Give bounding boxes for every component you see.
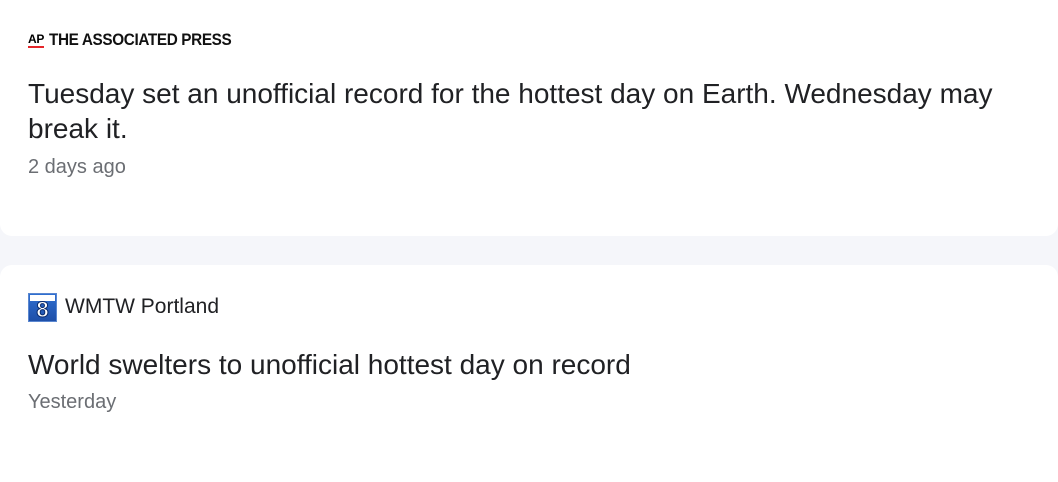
timestamp: Yesterday <box>28 391 117 413</box>
headline-link[interactable]: World swelters to unofficial hottest day… <box>28 347 1038 382</box>
headline-link[interactable]: Tuesday set an unofficial record for the… <box>28 76 1038 146</box>
ap-logo-icon: AP <box>28 32 45 48</box>
timestamp: 2 days ago <box>28 156 126 178</box>
source-name: THE ASSOCIATED PRESS <box>49 30 232 49</box>
news-card[interactable]: AP THE ASSOCIATED PRESS Tuesday set an u… <box>0 0 1058 236</box>
logo-top-band <box>30 294 55 301</box>
logo-number: 8 <box>36 296 49 322</box>
source-row[interactable]: AP THE ASSOCIATED PRESS <box>28 28 1038 52</box>
source-row[interactable]: 8 WMTW Portland <box>28 292 1038 322</box>
wmtw-8-logo-icon: 8 <box>28 292 57 322</box>
news-card[interactable]: 8 WMTW Portland World swelters to unoffi… <box>0 265 1058 482</box>
source-name: WMTW Portland <box>65 295 220 318</box>
